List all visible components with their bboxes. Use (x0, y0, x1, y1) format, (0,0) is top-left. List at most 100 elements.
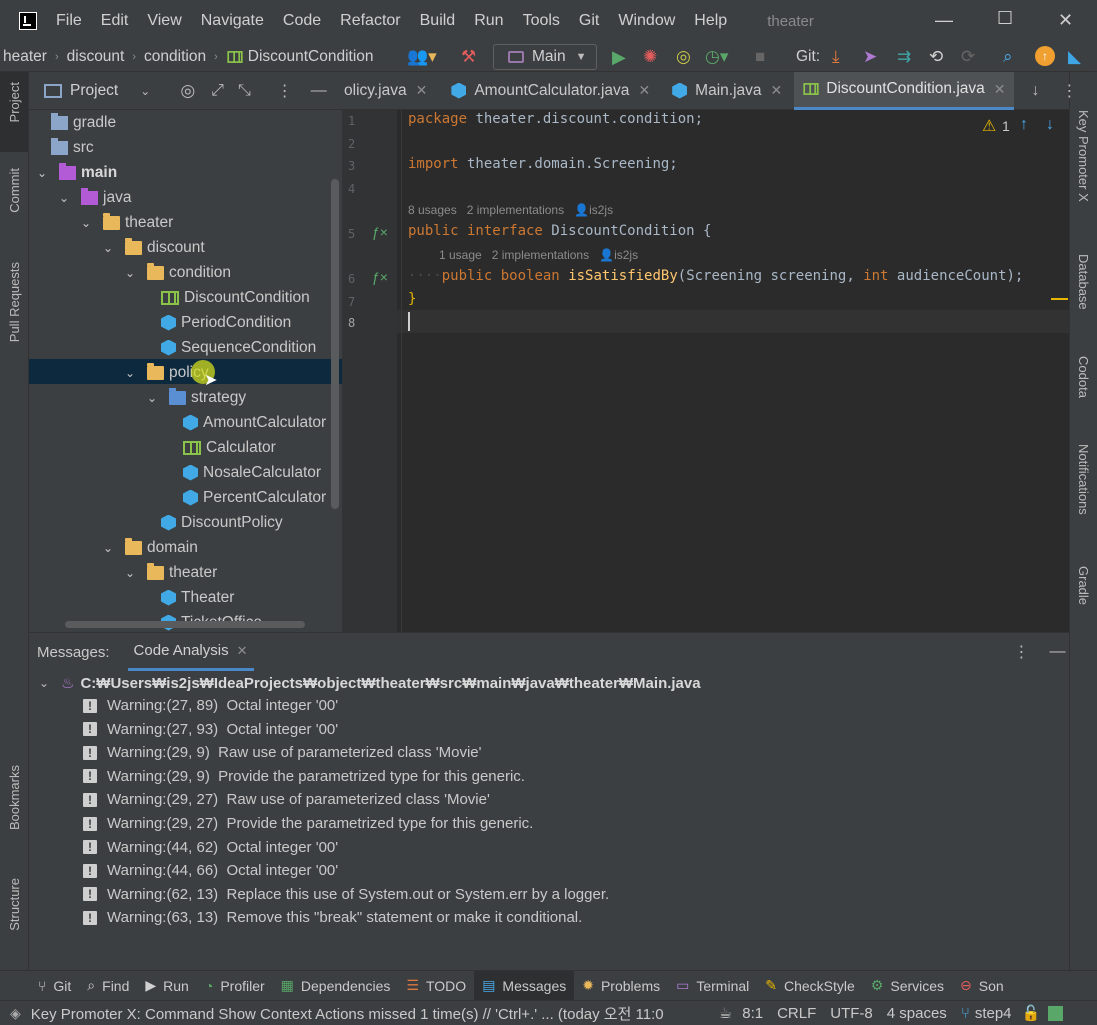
tab-options-icon[interactable]: ⋮ (1062, 81, 1078, 101)
collapse-all-icon[interactable]: ⤡ (238, 82, 251, 100)
implemented-gutter-icon[interactable]: ƒ× (372, 224, 388, 240)
tool-window-run[interactable]: ▶ Run (137, 971, 196, 1001)
tool-tab-database[interactable]: Database (1076, 254, 1091, 310)
tree-item-strategy[interactable]: ⌄ strategy (147, 385, 246, 410)
tool-tab-gradle[interactable]: Gradle (1076, 566, 1091, 605)
warning-row[interactable]: ! Warning:(27, 93) Octal integer '00' (83, 718, 338, 741)
tree-vertical-scrollbar[interactable] (331, 179, 339, 509)
tree-item-java[interactable]: ⌄ java (59, 185, 131, 210)
git-update-icon[interactable]: ⤓ (832, 47, 840, 67)
menu-navigate[interactable]: Navigate (201, 12, 264, 30)
next-highlight-icon[interactable]: ↓ (1046, 116, 1054, 134)
breadcrumb-discount[interactable]: discount (67, 48, 125, 66)
tree-item-theater[interactable]: ⌄ theater (81, 210, 173, 235)
menu-tools[interactable]: Tools (523, 12, 560, 30)
tool-window-services[interactable]: ⚙ Services (863, 971, 952, 1001)
warning-row[interactable]: ! Warning:(62, 13) Replace this use of Sy… (83, 883, 609, 906)
close-tab-icon[interactable]: ✕ (416, 82, 428, 99)
chevron-down-icon[interactable]: ⌄ (103, 241, 117, 255)
breadcrumb-theater[interactable]: heater (3, 48, 47, 66)
debug-bug-icon[interactable]: ✺ (643, 47, 657, 67)
tree-item-amountcalculator[interactable]: AmountCalculator (183, 410, 326, 435)
file-encoding[interactable]: UTF-8 (830, 1005, 873, 1022)
tool-window-checkstyle[interactable]: ✎ CheckStyle (757, 971, 863, 1001)
tool-window-messages[interactable]: ▤ Messages (474, 970, 575, 1001)
menu-code[interactable]: Code (283, 12, 321, 30)
menu-help[interactable]: Help (694, 12, 727, 30)
menu-refactor[interactable]: Refactor (340, 12, 400, 30)
chevron-down-icon[interactable]: ⌄ (81, 216, 95, 230)
stop-icon[interactable]: ■ (755, 47, 765, 67)
tree-item-main[interactable]: ⌄ main (37, 160, 117, 185)
run-icon[interactable]: ▶ (612, 47, 626, 68)
git-branch[interactable]: step4 (975, 1005, 1012, 1022)
warning-row[interactable]: ! Warning:(29, 27) Provide the parametriz… (83, 812, 533, 835)
tree-item-domain[interactable]: ⌄ domain (103, 535, 198, 560)
tool-tab-key-promoter-x[interactable]: Key Promoter X (1076, 110, 1091, 202)
tree-item-nosalecalculator[interactable]: NosaleCalculator (183, 460, 321, 485)
menu-file[interactable]: File (56, 12, 82, 30)
tool-window-terminal[interactable]: ▭ Terminal (668, 971, 757, 1001)
hide-panel-icon[interactable]: — (311, 82, 327, 100)
more-options-icon[interactable]: ⋮ (277, 81, 293, 101)
hide-panel-icon[interactable]: — (1050, 643, 1066, 661)
menu-build[interactable]: Build (420, 12, 456, 30)
warning-row[interactable]: ! Warning:(63, 13) Remove this "break" st… (83, 906, 582, 929)
tool-window-find[interactable]: ⌕ Find (79, 971, 137, 1001)
profile-icon[interactable]: ◷▾ (705, 47, 728, 67)
warning-icon[interactable]: ⚠ (982, 116, 996, 136)
warning-stripe-marker[interactable] (1051, 298, 1068, 300)
tool-tab-structure[interactable]: Structure (7, 878, 22, 931)
chevron-down-icon[interactable]: ⌄ (125, 566, 139, 580)
status-message[interactable]: Key Promoter X: Command Show Context Act… (31, 1003, 683, 1024)
chevron-down-icon[interactable]: ⌄ (140, 84, 150, 98)
warning-row[interactable]: ! Warning:(29, 27) Raw use of parameteriz… (83, 788, 490, 811)
close-tab-icon[interactable]: ✕ (638, 82, 650, 99)
tree-item-condition[interactable]: ⌄ condition (125, 260, 231, 285)
tree-item-periodcondition[interactable]: PeriodCondition (161, 310, 291, 335)
caret-position[interactable]: 8:1 (742, 1005, 763, 1022)
breadcrumb-discountcondition[interactable]: DiscountCondition (248, 48, 374, 66)
warning-row[interactable]: ! Warning:(29, 9) Provide the parametrize… (83, 765, 525, 788)
maximize-button[interactable]: ☐ (997, 8, 1013, 29)
codota-status-icon[interactable] (1048, 1005, 1064, 1021)
close-tab-icon[interactable]: ✕ (994, 81, 1006, 98)
tool-tab-project[interactable]: Project (7, 82, 22, 122)
line-separator[interactable]: CRLF (777, 1005, 816, 1022)
tool-tab-codota[interactable]: Codota (1076, 356, 1091, 398)
tree-item-sequencecondition[interactable]: SequenceCondition (161, 335, 316, 360)
previous-highlight-icon[interactable]: ↑ (1020, 116, 1028, 134)
editor-tab-policy[interactable]: olicy.java ✕ (342, 72, 433, 110)
tree-item-gradle[interactable]: gradle (51, 110, 116, 135)
close-tab-icon[interactable]: ✕ (771, 82, 783, 99)
tool-tab-notifications[interactable]: Notifications (1076, 444, 1091, 515)
chevron-down-icon[interactable]: ⌄ (125, 366, 139, 380)
code-with-me-icon[interactable]: ◣ (1068, 47, 1081, 67)
update-available-icon[interactable]: ↑ (1035, 46, 1055, 66)
chevron-down-icon[interactable]: ⌄ (37, 166, 51, 180)
close-window-button[interactable]: ✕ (1058, 10, 1073, 31)
tree-item-theater[interactable]: Theater (161, 585, 234, 610)
menu-git[interactable]: Git (579, 12, 599, 30)
analysis-file-node[interactable]: ⌄ ♨ C:₩Users₩is2js₩IdeaProjects₩object₩t… (39, 671, 701, 695)
tree-item-discountcondition[interactable]: DiscountCondition (161, 285, 310, 310)
git-rollback-icon[interactable]: ⟳ (961, 47, 975, 67)
tree-item-theater[interactable]: ⌄ theater (125, 560, 217, 585)
tree-item-src[interactable]: src (51, 135, 94, 160)
tree-horizontal-scrollbar[interactable] (65, 621, 305, 628)
chevron-down-icon[interactable]: ⌄ (125, 266, 139, 280)
tool-window-profiler[interactable]: ◔ Profiler (197, 971, 273, 1001)
build-hammer-icon[interactable]: ⚒ (461, 47, 476, 67)
code-editor[interactable]: 1 2 3 4 5 6 7 8 ƒ× ƒ× package theater.di… (342, 110, 1069, 632)
warning-row[interactable]: ! Warning:(29, 9) Raw use of parameterize… (83, 741, 482, 764)
tool-window-git[interactable]: ⑂ Git (30, 971, 79, 1001)
menu-view[interactable]: View (147, 12, 181, 30)
close-tab-icon[interactable]: ✕ (237, 643, 248, 659)
chevron-down-icon[interactable]: ⌄ (103, 541, 117, 555)
tree-item-calculator[interactable]: Calculator (183, 435, 276, 460)
tool-window-todo[interactable]: ☰ TODO (398, 971, 474, 1001)
tool-window-problems[interactable]: ✹ Problems (574, 971, 668, 1001)
editor-tab-main[interactable]: Main.java ✕ (666, 72, 788, 110)
warning-row[interactable]: ! Warning:(44, 62) Octal integer '00' (83, 836, 338, 859)
run-configuration-select[interactable]: Main ▼ (493, 44, 597, 70)
